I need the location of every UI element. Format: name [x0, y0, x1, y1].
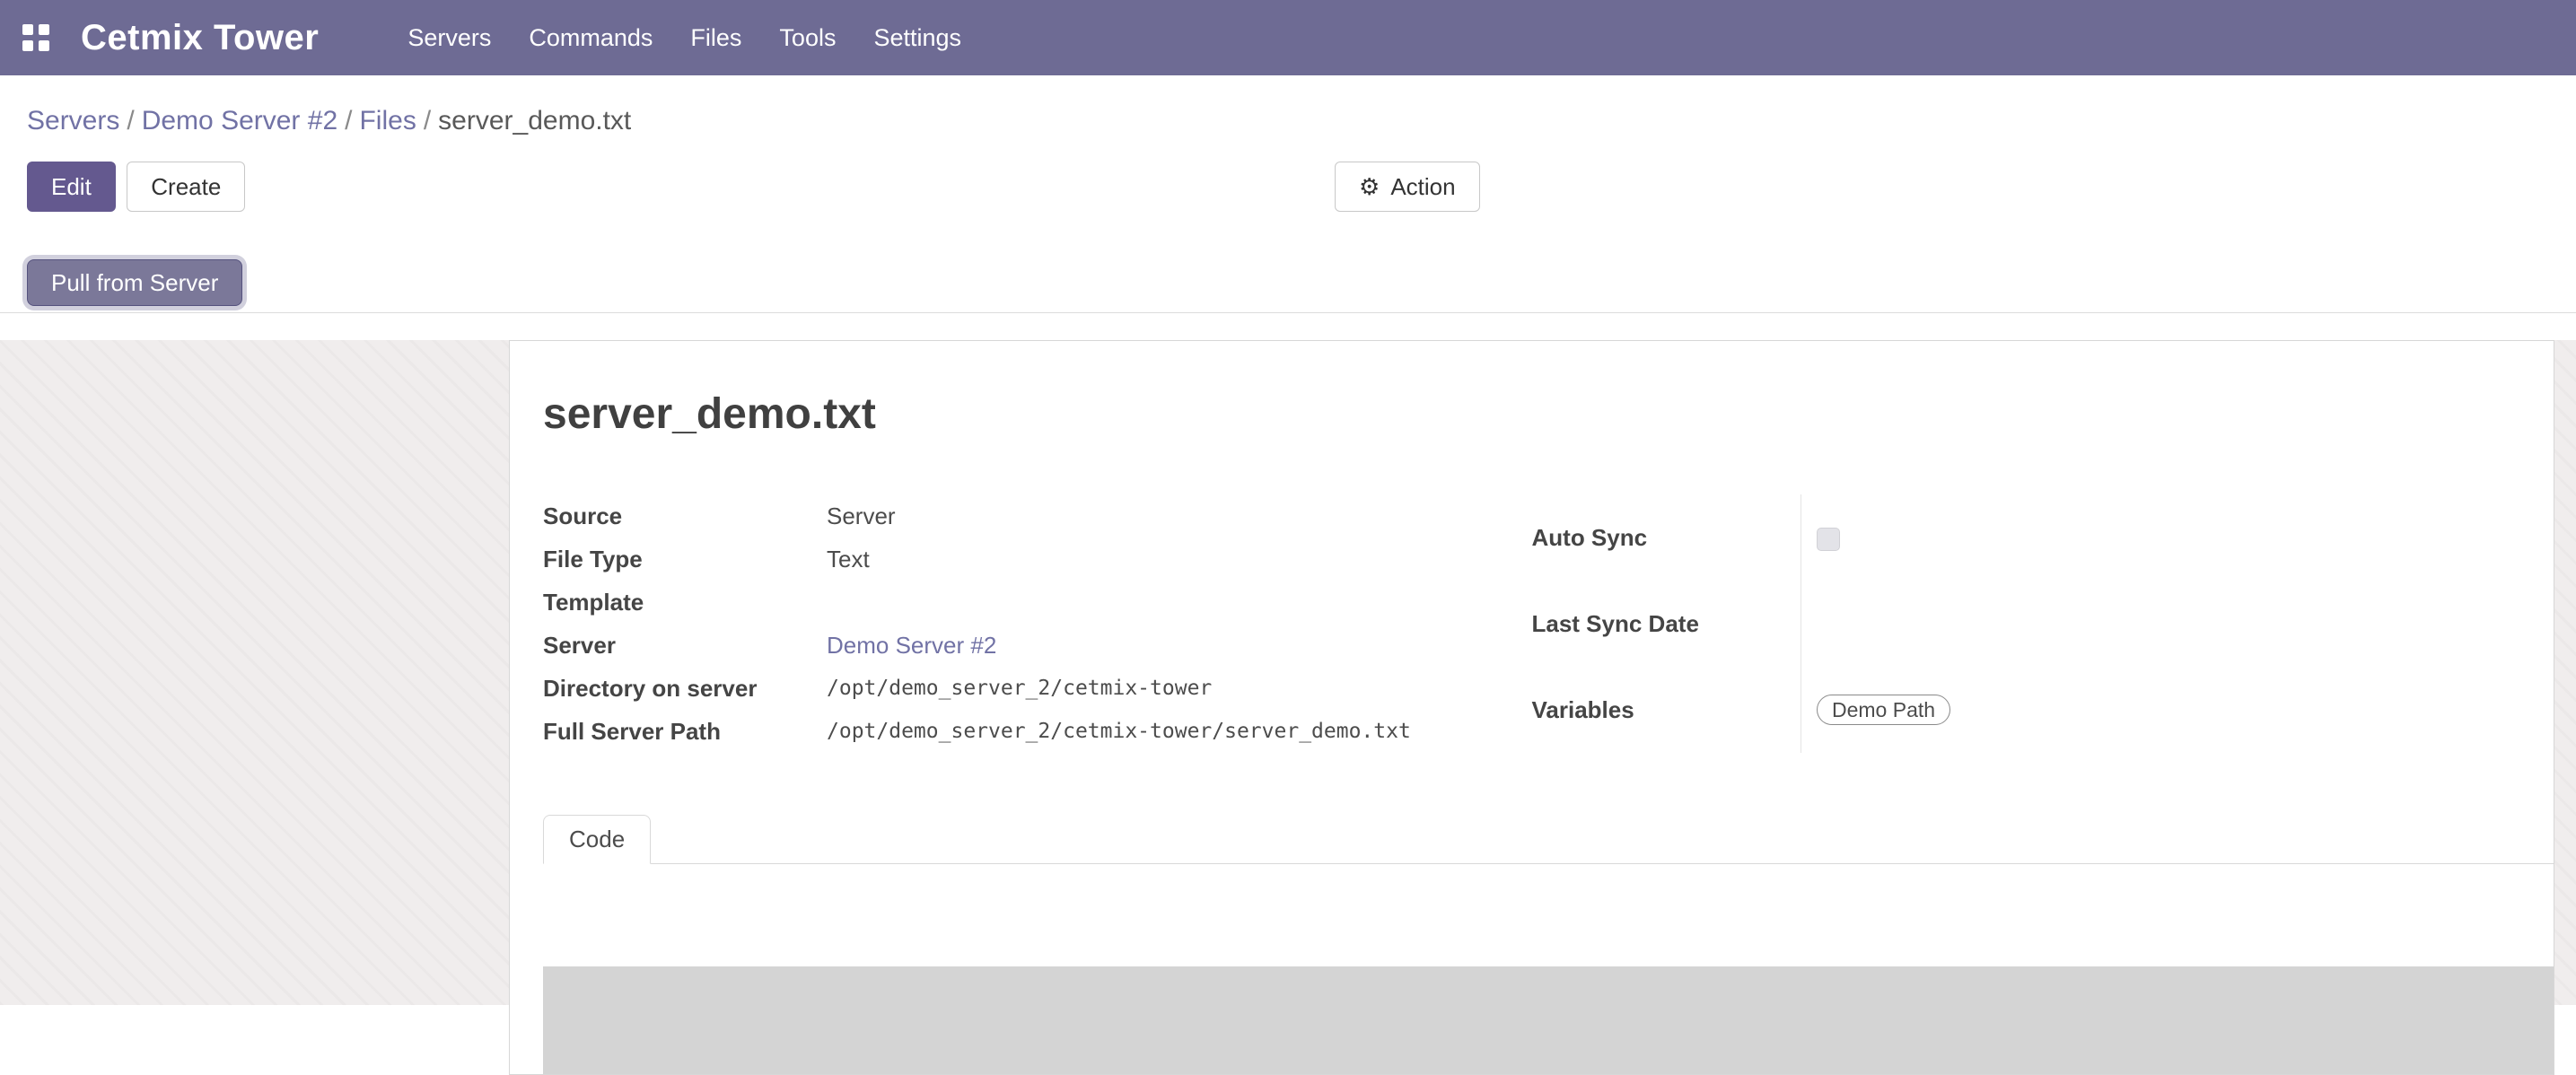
- field-label-directory-on-server: Directory on server: [543, 667, 827, 710]
- field-row-source: SourceServer: [543, 494, 1532, 538]
- field-value-auto-sync: [1801, 494, 2521, 581]
- navbar-menu-commands[interactable]: Commands: [510, 0, 671, 75]
- field-label-source: Source: [543, 494, 827, 538]
- navbar-menu-servers[interactable]: Servers: [389, 0, 510, 75]
- notebook: Code: [543, 815, 2554, 1074]
- field-value-full-server-path: /opt/demo_server_2/cetmix-tower/server_d…: [827, 710, 1532, 753]
- navbar-menu: ServersCommandsFilesToolsSettings: [389, 0, 980, 75]
- edit-button[interactable]: Edit: [27, 162, 116, 212]
- field-row-full-server-path: Full Server Path/opt/demo_server_2/cetmi…: [543, 710, 1532, 753]
- breadcrumb-item-files[interactable]: Files: [359, 106, 416, 135]
- breadcrumb-separator: /: [416, 106, 438, 135]
- field-row-server: ServerDemo Server #2: [543, 624, 1532, 667]
- field-link-server[interactable]: Demo Server #2: [827, 632, 996, 659]
- record-title: server_demo.txt: [543, 389, 2520, 441]
- navbar-menu-files[interactable]: Files: [671, 0, 760, 75]
- form-sheet: server_demo.txt SourceServerFile TypeTex…: [509, 340, 2554, 1075]
- field-row-last-sync-date: Last Sync Date: [1532, 581, 2521, 667]
- code-tab-content: [543, 864, 2554, 966]
- auto-sync-checkbox[interactable]: [1817, 528, 1840, 551]
- field-row-file-type: File TypeText: [543, 538, 1532, 581]
- field-groups: SourceServerFile TypeTextTemplateServerD…: [543, 494, 2520, 753]
- apps-menu-icon-dot: [39, 24, 49, 35]
- breadcrumb-item-demo-server-2[interactable]: Demo Server #2: [142, 106, 337, 135]
- left-field-group: SourceServerFile TypeTextTemplateServerD…: [543, 494, 1532, 753]
- breadcrumb: Servers/Demo Server #2/Files/server_demo…: [0, 75, 2576, 144]
- field-value-file-type: Text: [827, 538, 1532, 581]
- apps-menu-icon-dot: [39, 40, 49, 51]
- field-value-last-sync-date: [1801, 581, 2521, 667]
- action-menu-button[interactable]: ⚙ Action: [1335, 162, 1480, 212]
- field-label-last-sync-date: Last Sync Date: [1532, 581, 1801, 667]
- field-label-auto-sync: Auto Sync: [1532, 494, 1801, 581]
- field-value-server: Demo Server #2: [827, 624, 1532, 667]
- content-background: server_demo.txt SourceServerFile TypeTex…: [0, 340, 2576, 1005]
- apps-menu-icon-dot: [22, 24, 33, 35]
- field-row-template: Template: [543, 581, 1532, 624]
- field-value-directory-on-server: /opt/demo_server_2/cetmix-tower: [827, 667, 1532, 710]
- variable-tag-demo-path: Demo Path: [1817, 695, 1950, 725]
- pull-from-server-button[interactable]: Pull from Server: [27, 259, 242, 306]
- field-label-server: Server: [543, 624, 827, 667]
- field-label-variables: Variables: [1532, 667, 1801, 753]
- create-button[interactable]: Create: [127, 162, 245, 212]
- right-field-group: Auto SyncLast Sync DateVariables Demo Pat…: [1532, 494, 2521, 753]
- apps-menu-icon-dot: [22, 40, 33, 51]
- control-panel: Edit Create ⚙ Action: [0, 144, 2576, 230]
- breadcrumb-separator: /: [119, 106, 141, 135]
- tab-row: Code: [543, 815, 2554, 864]
- field-row-auto-sync: Auto Sync: [1532, 494, 2521, 581]
- field-value-template: [827, 581, 1532, 624]
- field-label-template: Template: [543, 581, 827, 624]
- field-label-full-server-path: Full Server Path: [543, 710, 827, 753]
- field-row-directory-on-server: Directory on server/opt/demo_server_2/ce…: [543, 667, 1532, 710]
- breadcrumb-separator: /: [337, 106, 359, 135]
- form-header-strip: Pull from Server: [0, 230, 2576, 313]
- navbar-menu-settings[interactable]: Settings: [854, 0, 980, 75]
- breadcrumb-item-servers[interactable]: Servers: [27, 106, 119, 135]
- navbar-menu-tools[interactable]: Tools: [760, 0, 854, 75]
- apps-menu-icon[interactable]: [22, 23, 50, 52]
- code-editor-strip[interactable]: [543, 966, 2554, 1074]
- breadcrumb-item-server-demo-txt: server_demo.txt: [438, 106, 631, 135]
- action-menu-label: Action: [1390, 175, 1455, 198]
- field-row-variables: Variables Demo Path: [1532, 667, 2521, 753]
- app-brand-title[interactable]: Cetmix Tower: [81, 18, 319, 58]
- gear-icon: ⚙: [1359, 175, 1380, 198]
- top-navbar: Cetmix Tower ServersCommandsFilesToolsSe…: [0, 0, 2576, 75]
- field-value-variables: Demo Path: [1801, 667, 2521, 753]
- tab-code[interactable]: Code: [543, 815, 651, 864]
- field-label-file-type: File Type: [543, 538, 827, 581]
- field-value-source: Server: [827, 494, 1532, 538]
